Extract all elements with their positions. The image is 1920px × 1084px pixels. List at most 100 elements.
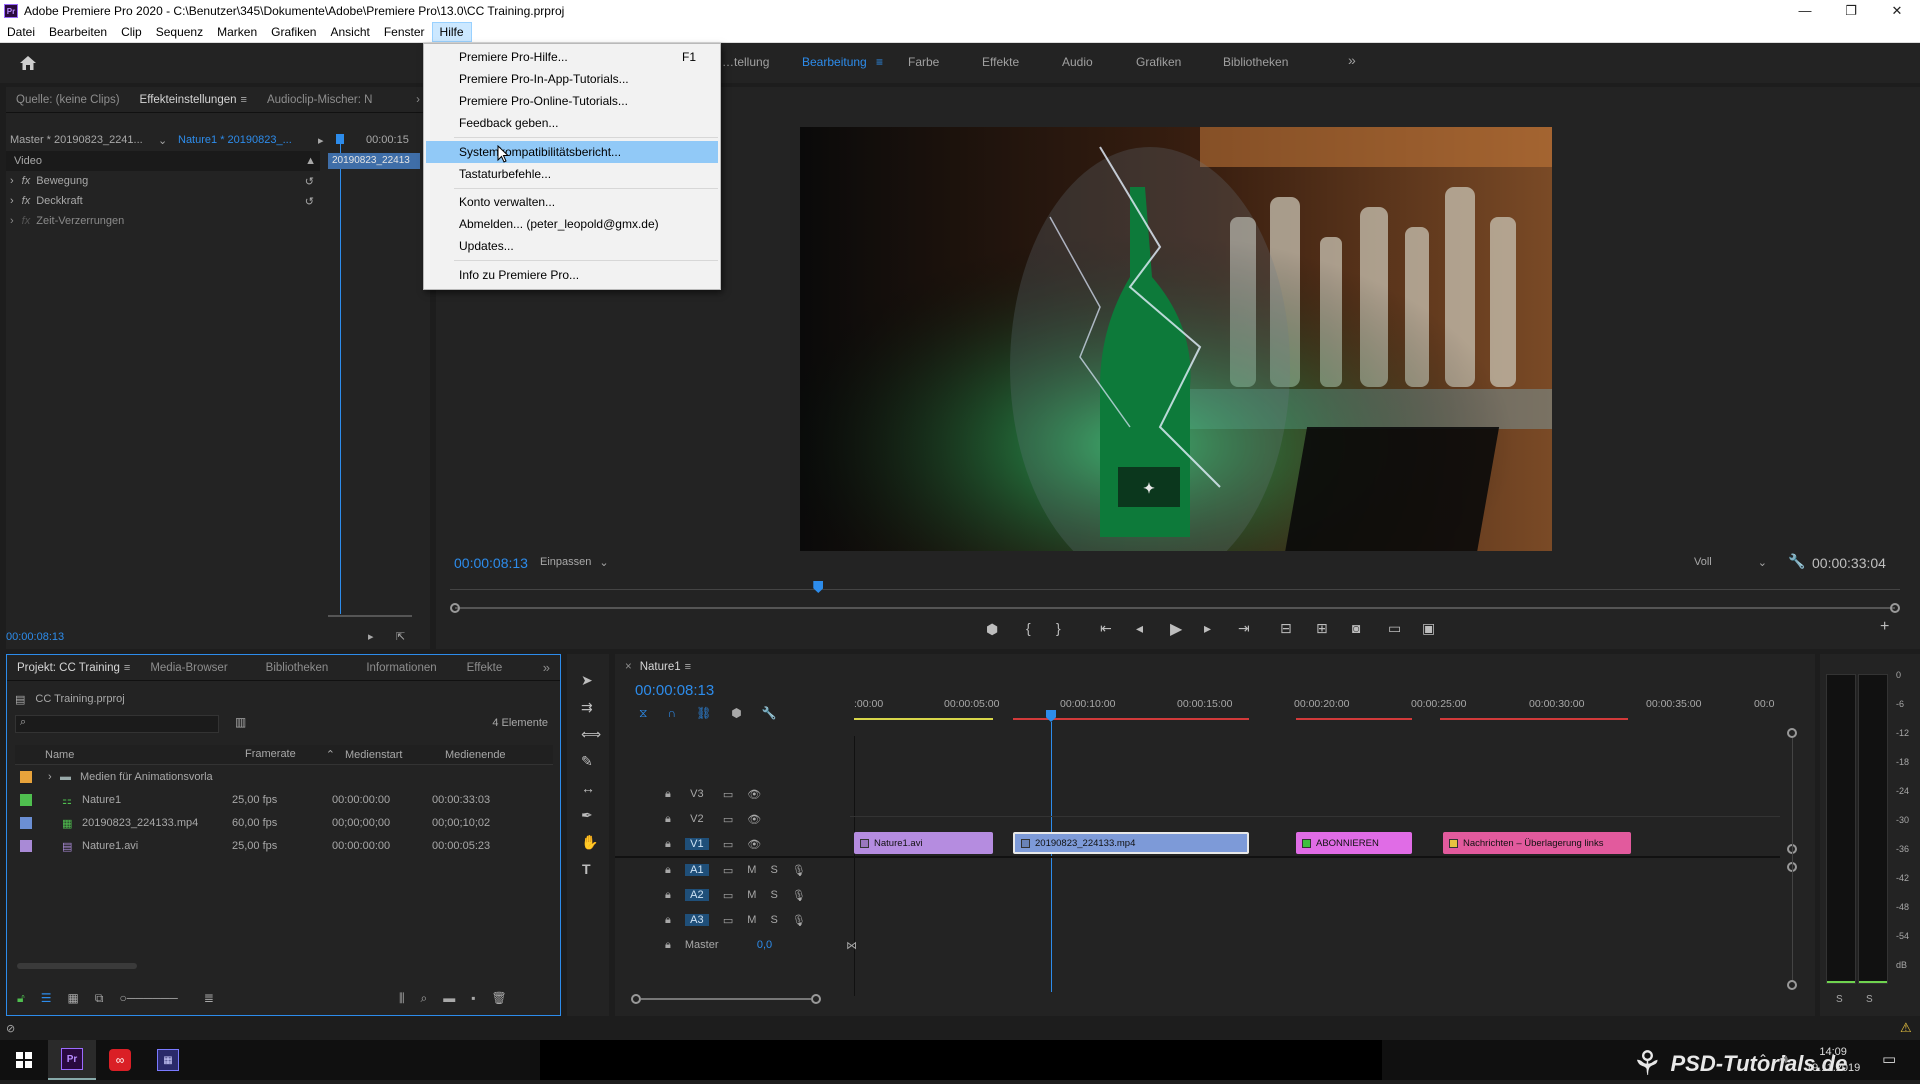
fx-icon[interactable]: fx — [22, 175, 31, 187]
track-select-tool-icon[interactable]: ⇉ — [581, 699, 593, 716]
reset-icon[interactable]: ↺ — [305, 195, 314, 208]
menu-grafiken[interactable]: Grafiken — [264, 23, 323, 41]
tab-informationen[interactable]: Informationen — [356, 662, 446, 674]
close-button[interactable]: ✕ — [1874, 3, 1920, 19]
column-name[interactable]: Name — [45, 749, 245, 761]
tab-effekteinstellungen[interactable]: Effekteinstellungen ≡ — [130, 94, 257, 106]
menu-item-systemkompatibilitaet[interactable]: Systemkompatibilitätsbericht... — [426, 141, 718, 163]
track-label[interactable]: A3 — [684, 914, 709, 926]
sync-lock-icon[interactable]: ▭ — [723, 889, 733, 902]
program-zoom-scrollbar[interactable] — [450, 603, 1900, 613]
step-back-icon[interactable]: ◂ — [1136, 620, 1143, 637]
track-label[interactable]: A1 — [684, 864, 709, 876]
taskbar-creative-cloud[interactable]: ∞ — [96, 1049, 144, 1071]
mini-playhead-icon[interactable] — [336, 134, 344, 144]
play-icon[interactable]: ▶ — [1170, 619, 1182, 639]
list-view-icon[interactable]: ☰ — [41, 991, 52, 1006]
trash-icon[interactable]: 🗑︎ — [492, 991, 507, 1006]
effect-row-deckkraft[interactable]: › fx Deckkraft ↺ — [6, 191, 320, 211]
mini-timeline-clip[interactable]: 20190823_22413 — [328, 153, 420, 169]
pen-tool-icon[interactable]: ✒ — [581, 807, 593, 824]
track-label[interactable]: V1 — [684, 838, 709, 850]
sync-lock-icon[interactable]: ▭ — [723, 838, 733, 851]
mark-out-icon[interactable]: } — [1056, 620, 1061, 636]
mute-button[interactable]: M — [747, 864, 756, 876]
panel-menu-icon[interactable]: ≡ — [241, 94, 247, 106]
icon-view-icon[interactable]: ▦ — [68, 991, 79, 1006]
project-search-input[interactable]: ⌕ — [15, 715, 219, 733]
menu-item-feedback[interactable]: Feedback geben... — [426, 112, 718, 134]
notification-icon[interactable]: ▭ — [1882, 1050, 1896, 1068]
vertical-scroll-handle[interactable] — [1787, 728, 1797, 738]
solo-button[interactable]: S — [770, 889, 777, 901]
table-row[interactable]: ⚏ Nature1 25,00 fps 00:00:00:00 00:00:33… — [15, 790, 532, 810]
table-row[interactable]: › ▬ Medien für Animationsvorla — [15, 767, 250, 787]
project-scrollbar[interactable] — [17, 963, 137, 969]
freeform-view-icon[interactable]: ⧉ — [95, 991, 104, 1006]
workspace-menu-icon[interactable]: ≡ — [876, 55, 883, 69]
mute-button[interactable]: M — [747, 889, 756, 901]
track-label[interactable]: V3 — [685, 788, 709, 800]
expand-arrow-icon[interactable]: › — [10, 175, 14, 187]
workspace-tab-effekte[interactable]: Effekte — [982, 55, 1019, 69]
expand-arrow-icon[interactable]: › — [48, 771, 60, 783]
menu-sequenz[interactable]: Sequenz — [149, 23, 210, 41]
eye-icon[interactable]: 👁︎ — [747, 813, 761, 826]
workspace-tab-zusammenstellung[interactable]: …tellung — [722, 55, 769, 69]
microphone-icon[interactable]: 🎙︎ — [792, 914, 806, 927]
mini-zoom-scrollbar[interactable] — [328, 615, 412, 617]
program-time-ruler[interactable] — [450, 581, 1900, 593]
lift-icon[interactable]: ⊟ — [1280, 620, 1292, 637]
tab-sequence[interactable]: Nature1 ≡ — [636, 661, 701, 673]
microphone-icon[interactable]: 🎙︎ — [792, 889, 806, 902]
tab-projekt[interactable]: Projekt: CC Training ≡ — [7, 662, 140, 674]
menu-item-konto-verwalten[interactable]: Konto verwalten... — [426, 191, 718, 213]
menu-fenster[interactable]: Fenster — [377, 23, 432, 41]
tab-audioclip-mischer[interactable]: Audioclip-Mischer: N — [257, 94, 382, 106]
type-tool-icon[interactable]: T — [582, 861, 591, 877]
lock-icon[interactable]: 🔒︎ — [665, 939, 671, 952]
column-framerate[interactable]: Framerate ⌃ — [245, 748, 345, 761]
program-playhead-icon[interactable] — [813, 581, 824, 593]
track-label[interactable]: V2 — [685, 813, 709, 825]
lock-icon[interactable]: 🔒︎ — [665, 864, 671, 877]
menu-datei[interactable]: Datei — [0, 23, 42, 41]
eye-icon[interactable]: 👁︎ — [747, 838, 761, 851]
expand-arrow-icon[interactable]: › — [10, 195, 14, 207]
timeline-zoom-scrollbar[interactable] — [631, 994, 821, 1004]
timeline-settings-icon[interactable]: 🔧 — [762, 706, 777, 721]
sync-lock-icon[interactable]: ▭ — [723, 864, 733, 877]
panel-menu-icon[interactable]: ≡ — [124, 662, 130, 674]
label-color-swatch[interactable] — [20, 817, 32, 829]
workspace-tab-bearbeitung[interactable]: Bearbeitung — [802, 55, 867, 69]
extract-icon[interactable]: ⊞ — [1316, 620, 1328, 637]
workspace-overflow-icon[interactable]: » — [1348, 52, 1356, 68]
reset-icon[interactable]: ↺ — [305, 175, 314, 188]
master-volume-value[interactable]: 0,0 — [757, 939, 772, 951]
add-button-icon[interactable]: + — [1880, 618, 1889, 636]
workspace-tab-farbe[interactable]: Farbe — [908, 55, 939, 69]
menu-item-online-tutorials[interactable]: Premiere Pro-Online-Tutorials... — [426, 90, 718, 112]
minimize-button[interactable]: — — [1782, 3, 1828, 19]
zoom-slider[interactable]: ○────── — [119, 991, 177, 1006]
sync-lock-icon[interactable]: ▭ — [723, 788, 733, 801]
taskbar-clock[interactable]: 14:09 19.11.2019 — [1806, 1044, 1860, 1076]
tab-effekte[interactable]: Effekte — [457, 662, 513, 674]
workspace-tab-grafiken[interactable]: Grafiken — [1136, 55, 1181, 69]
taskbar-app[interactable]: ▦ — [144, 1049, 192, 1071]
menu-item-updates[interactable]: Updates... — [426, 235, 718, 257]
menu-item-info[interactable]: Info zu Premiere Pro... — [426, 264, 718, 286]
snap-icon[interactable]: ∩ — [667, 706, 676, 721]
program-timecode[interactable]: 00:00:08:13 — [454, 555, 528, 571]
eye-icon[interactable]: 👁︎ — [747, 788, 761, 801]
nest-toggle-icon[interactable]: ⧖ — [639, 706, 647, 721]
timeline-timecode[interactable]: 00:00:08:13 — [635, 682, 714, 699]
taskbar-premiere[interactable]: Pr — [48, 1040, 96, 1080]
lock-icon[interactable]: 🔒︎ — [665, 788, 671, 801]
menu-item-in-app-tutorials[interactable]: Premiere Pro-In-App-Tutorials... — [426, 68, 718, 90]
fit-dropdown[interactable]: Einpassen ⌄ — [540, 556, 609, 569]
new-item-icon[interactable]: ▪ — [471, 991, 475, 1006]
menu-item-premiere-hilfe[interactable]: Premiere Pro-Hilfe... F1 — [426, 46, 718, 68]
slip-tool-icon[interactable]: ↔ — [581, 780, 595, 796]
meter-solo-right[interactable]: S — [1866, 994, 1873, 1005]
